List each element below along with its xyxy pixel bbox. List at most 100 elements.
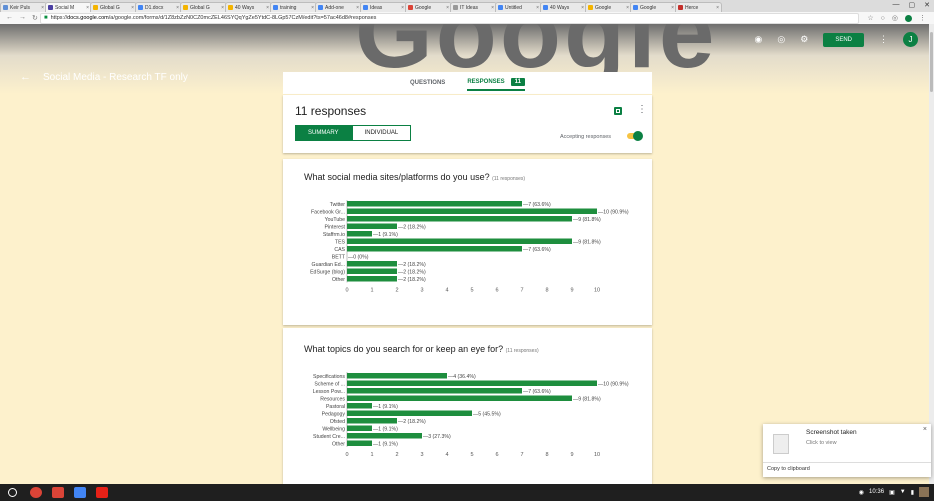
favicon-icon: [3, 5, 8, 10]
data-label: —7 (63.6%): [523, 389, 551, 395]
tab-close-icon[interactable]: ×: [671, 5, 674, 11]
close-icon[interactable]: ✕: [924, 1, 930, 9]
scrollbar-thumb[interactable]: [930, 32, 933, 92]
tab-close-icon[interactable]: ×: [131, 5, 134, 11]
bar: [347, 268, 397, 274]
browser-tab[interactable]: 40 Ways ×: [540, 2, 587, 12]
browser-tab[interactable]: training ×: [270, 2, 317, 12]
extension-icon[interactable]: ○: [881, 15, 885, 22]
browser-tab[interactable]: D1.docx ×: [135, 2, 182, 12]
browser-tab[interactable]: Google ×: [405, 2, 452, 12]
user-avatar[interactable]: J: [903, 32, 918, 47]
tab-close-icon[interactable]: ×: [536, 5, 539, 11]
x-tick-label: 3: [420, 288, 423, 294]
category-label: EdSurge (blog): [310, 270, 345, 276]
favicon-icon: [183, 5, 188, 10]
tab-close-icon[interactable]: ×: [491, 5, 494, 11]
extension-icon[interactable]: ◎: [892, 14, 898, 22]
tab-close-icon[interactable]: ×: [86, 5, 89, 11]
notification-icon[interactable]: ◉: [859, 489, 864, 496]
data-label: —1 (9.1%): [373, 232, 398, 238]
bar: [347, 223, 397, 229]
chrome-menu-icon[interactable]: ⋮: [919, 14, 926, 22]
tab-close-icon[interactable]: ×: [356, 5, 359, 11]
data-label: —7 (63.6%): [523, 202, 551, 208]
maximize-icon[interactable]: ▢: [909, 1, 916, 9]
data-label: —10 (90.9%): [598, 382, 629, 388]
x-tick-label: 9: [570, 288, 573, 294]
tab-questions[interactable]: QUESTIONS: [410, 80, 445, 86]
tab-close-icon[interactable]: ×: [266, 5, 269, 11]
screenshot-notification[interactable]: Screenshot taken Click to view × Copy to…: [763, 424, 931, 477]
docs-icon[interactable]: [74, 487, 86, 498]
browser-tab[interactable]: Add-one ×: [315, 2, 362, 12]
individual-button[interactable]: INDIVIDUAL: [351, 125, 412, 141]
browser-tab[interactable]: Untitled ×: [495, 2, 542, 12]
browser-tab[interactable]: Social M ×: [45, 2, 92, 12]
bookmark-star-icon[interactable]: ☆: [867, 14, 873, 22]
bar: [347, 410, 472, 416]
category-label: Staffrm.io: [323, 232, 345, 238]
tab-close-icon[interactable]: ×: [401, 5, 404, 11]
tab-title: IT Ideas: [460, 4, 478, 11]
tab-close-icon[interactable]: ×: [446, 5, 449, 11]
browser-tab[interactable]: Global G ×: [180, 2, 227, 12]
browser-tab[interactable]: Google ×: [630, 2, 677, 12]
category-label: Pastoral: [326, 404, 345, 410]
tab-close-icon[interactable]: ×: [176, 5, 179, 11]
tab-close-icon[interactable]: ×: [221, 5, 224, 11]
tab-close-icon[interactable]: ×: [581, 5, 584, 11]
x-tick-label: 7: [520, 452, 523, 458]
back-arrow-icon[interactable]: ←: [6, 14, 13, 22]
preview-eye-icon[interactable]: ◎: [777, 34, 785, 45]
browser-tab[interactable]: 40 Ways ×: [225, 2, 272, 12]
tab-close-icon[interactable]: ×: [626, 5, 629, 11]
profile-avatar[interactable]: [905, 14, 912, 22]
browser-tab[interactable]: Ideas ×: [360, 2, 407, 12]
system-tray[interactable]: ◉ 10:36 ▣ ▼ ▮: [859, 487, 929, 497]
chrome-icon[interactable]: [30, 487, 42, 498]
tab-responses[interactable]: RESPONSES 11: [467, 78, 526, 91]
tab-title: Google: [595, 4, 612, 11]
browser-tab[interactable]: IT Ideas ×: [450, 2, 497, 12]
forward-arrow-icon[interactable]: →: [19, 14, 26, 22]
url-field[interactable]: ■ https://docs.google.com/a/google.com/f…: [40, 12, 860, 24]
youtube-icon[interactable]: [96, 487, 108, 498]
palette-icon[interactable]: ◉: [755, 34, 763, 45]
more-vert-icon[interactable]: ⋮: [879, 34, 888, 45]
bar: [347, 433, 422, 439]
page-scrollbar[interactable]: [929, 24, 934, 484]
data-label: —2 (18.2%): [398, 419, 426, 425]
category-label: Wellbeing: [322, 427, 345, 433]
user-photo[interactable]: [919, 487, 929, 497]
summary-button[interactable]: SUMMARY: [295, 125, 352, 141]
os-taskbar: ◉ 10:36 ▣ ▼ ▮: [0, 484, 934, 501]
browser-tab[interactable]: Google ×: [585, 2, 632, 12]
copy-to-clipboard-button[interactable]: Copy to clipboard: [767, 466, 810, 472]
data-label: —2 (18.2%): [398, 277, 426, 283]
tab-title: Google: [640, 4, 657, 11]
tab-title: training: [280, 4, 297, 11]
notification-subtitle: Click to view: [806, 440, 837, 446]
search-icon[interactable]: [8, 488, 17, 497]
spreadsheet-icon[interactable]: [614, 107, 622, 115]
gmail-icon[interactable]: [52, 487, 64, 498]
switch-knob[interactable]: [633, 131, 643, 141]
tab-title: Ideas: [370, 4, 383, 11]
reload-icon[interactable]: ↻: [32, 14, 38, 22]
tab-close-icon[interactable]: ×: [41, 5, 44, 11]
minimize-icon[interactable]: —: [893, 1, 900, 9]
send-button[interactable]: SEND: [823, 32, 864, 47]
back-arrow-icon[interactable]: ←: [20, 71, 31, 83]
screenshot-thumbnail[interactable]: [773, 434, 789, 454]
tab-close-icon[interactable]: ×: [716, 5, 719, 11]
browser-tab[interactable]: Herce ×: [675, 2, 722, 12]
browser-tab[interactable]: Global G ×: [90, 2, 137, 12]
browser-tab[interactable]: Keir Puls ×: [0, 2, 47, 12]
tab-close-icon[interactable]: ×: [311, 5, 314, 11]
settings-gear-icon[interactable]: ⚙: [800, 34, 808, 45]
close-icon[interactable]: ×: [923, 426, 927, 433]
more-vert-icon[interactable]: ⋮: [637, 104, 647, 115]
question-card: What topics do you search for or keep an…: [283, 328, 652, 484]
accepting-responses-switch[interactable]: [627, 131, 643, 141]
